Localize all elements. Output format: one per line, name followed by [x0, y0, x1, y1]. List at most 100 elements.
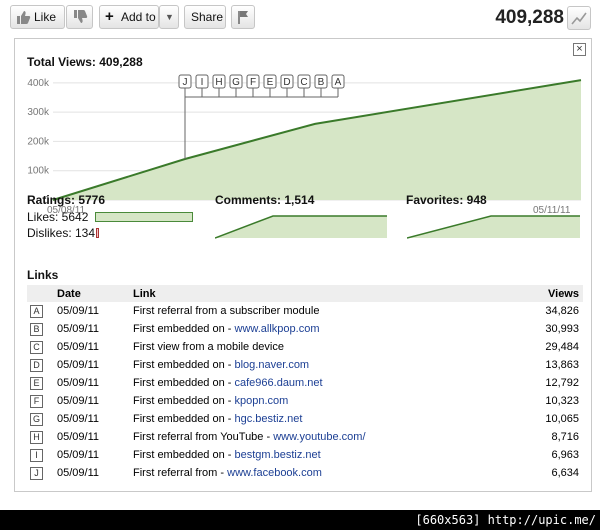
row-date: 05/09/11 [57, 323, 100, 335]
links-title: Links [27, 268, 59, 282]
row-views: 6,963 [551, 449, 579, 461]
row-link[interactable]: www.youtube.com/ [273, 431, 365, 443]
share-button[interactable]: Share [184, 5, 226, 29]
row-views: 12,792 [545, 377, 579, 389]
thumbs-down-icon [74, 10, 88, 23]
row-views: 13,863 [545, 359, 579, 371]
row-date: 05/09/11 [57, 305, 100, 317]
chart-marker-letter: J [183, 77, 188, 88]
table-row: C 05/09/11 First view from a mobile device… [27, 338, 583, 356]
row-views: 30,993 [545, 323, 579, 335]
chart-marker[interactable]: I [195, 74, 209, 97]
add-to-button[interactable]: + Add to [99, 5, 159, 29]
row-link-cell: First embedded on - hgc.bestiz.net [133, 410, 519, 428]
likes-label: Likes: 5642 [27, 210, 89, 224]
share-label: Share [191, 10, 224, 24]
chart-marker-letter: H [215, 77, 222, 88]
row-marker[interactable]: E [30, 376, 43, 390]
chart-marker-letter: F [250, 77, 256, 88]
row-link-text: First referral from YouTube - [133, 431, 274, 443]
row-marker[interactable]: B [30, 322, 43, 336]
plus-icon: + [105, 8, 114, 25]
row-marker[interactable]: H [30, 430, 43, 444]
table-row: E 05/09/11 First embedded on - cafe966.dau… [27, 374, 583, 392]
row-link[interactable]: bestgm.bestiz.net [235, 449, 321, 461]
chart-marker[interactable]: B [314, 74, 328, 97]
thumbs-up-icon [17, 11, 31, 24]
row-marker[interactable]: F [30, 394, 43, 408]
like-label: Like [34, 10, 57, 24]
y-axis-ticks: 400k300k200k100k0 [27, 78, 50, 206]
row-marker[interactable]: G [30, 412, 43, 426]
total-views-title: Total Views: 409,288 [27, 55, 143, 69]
row-link[interactable]: hgc.bestiz.net [235, 413, 303, 425]
row-link[interactable]: cafe966.daum.net [235, 377, 323, 389]
row-link[interactable]: www.allkpop.com [235, 323, 320, 335]
dislikes-label: Dislikes: 134 [27, 226, 96, 240]
chart-marker[interactable]: C [297, 74, 311, 97]
row-marker[interactable]: J [30, 466, 43, 480]
row-link-cell: First referral from YouTube - www.youtub… [133, 428, 519, 446]
row-views: 8,716 [551, 431, 579, 443]
table-row: A 05/09/11 First referral from a subscribe… [27, 302, 583, 320]
row-link[interactable]: www.facebook.com [227, 467, 322, 479]
link-header: Link [133, 285, 519, 302]
close-icon[interactable]: × [573, 43, 586, 56]
row-date: 05/09/11 [57, 341, 100, 353]
row-link[interactable]: blog.naver.com [235, 359, 310, 371]
row-date: 05/09/11 [57, 377, 100, 389]
likes-bar [95, 212, 193, 222]
flag-icon [238, 11, 248, 24]
row-date: 05/09/11 [57, 359, 100, 371]
links-table: Date Link Views A 05/09/11 First referral … [27, 285, 583, 482]
chart-marker-letter: C [300, 77, 307, 88]
flag-button[interactable] [231, 5, 255, 29]
row-date: 05/09/11 [57, 413, 100, 425]
y-tick-label: 400k [27, 78, 50, 89]
row-date: 05/09/11 [57, 449, 100, 461]
row-views: 10,323 [545, 395, 579, 407]
table-row: I 05/09/11 First embedded on - bestgm.best… [27, 446, 583, 464]
dislike-button[interactable] [66, 5, 93, 29]
chart-marker[interactable]: H [212, 74, 226, 97]
row-link-text: First referral from - [133, 467, 228, 479]
table-row: B 05/09/11 First embedded on - www.allkpop… [27, 320, 583, 338]
chart-marker[interactable]: E [263, 74, 277, 97]
row-marker[interactable]: C [30, 340, 43, 354]
chart-marker[interactable]: A [331, 74, 345, 97]
ratings-title: Ratings: 5776 [27, 193, 106, 207]
chart-icon [571, 12, 587, 25]
table-row: J 05/09/11 First referral from - www.faceb… [27, 464, 583, 482]
chart-marker[interactable]: J [178, 74, 192, 159]
chart-marker[interactable]: G [229, 74, 243, 97]
row-link-text: First embedded on - [133, 449, 235, 461]
chevron-down-icon: ▼ [165, 12, 174, 22]
favorites-title: Favorites: 948 [406, 193, 487, 207]
like-button[interactable]: Like [10, 5, 65, 29]
dislikes-bar [96, 228, 99, 238]
row-marker[interactable]: I [30, 448, 43, 462]
add-to-label: Add to [121, 10, 156, 24]
chart-marker-letter: I [201, 77, 204, 88]
chart-marker-letter: E [267, 77, 274, 88]
row-link-cell: First embedded on - bestgm.bestiz.net [133, 446, 519, 464]
row-date: 05/09/11 [57, 395, 100, 407]
comments-title: Comments: 1,514 [215, 193, 315, 207]
statistics-panel: × Total Views: 409,288 400k 300k 200k 100k 0… [14, 38, 592, 492]
chart-marker-letter: A [335, 77, 342, 88]
chart-marker[interactable]: F [246, 74, 260, 97]
table-row: G 05/09/11 First embedded on - hgc.bestiz.… [27, 410, 583, 428]
row-link[interactable]: kpopn.com [235, 395, 289, 407]
row-marker[interactable]: A [30, 304, 43, 318]
row-views: 10,065 [545, 413, 579, 425]
watermark: [660x563] http://upic.me/ [0, 510, 600, 530]
stats-toggle-button[interactable] [567, 6, 591, 30]
chart-marker-letter: B [318, 77, 325, 88]
add-to-dropdown-button[interactable]: ▼ [159, 5, 179, 29]
y-tick-label: 100k [27, 166, 50, 177]
chart-marker[interactable]: D [280, 74, 294, 97]
row-marker[interactable]: D [30, 358, 43, 372]
views-header: Views [519, 285, 583, 302]
row-link-text: First referral from a subscriber module [133, 305, 320, 317]
row-link-text: First embedded on - [133, 413, 235, 425]
